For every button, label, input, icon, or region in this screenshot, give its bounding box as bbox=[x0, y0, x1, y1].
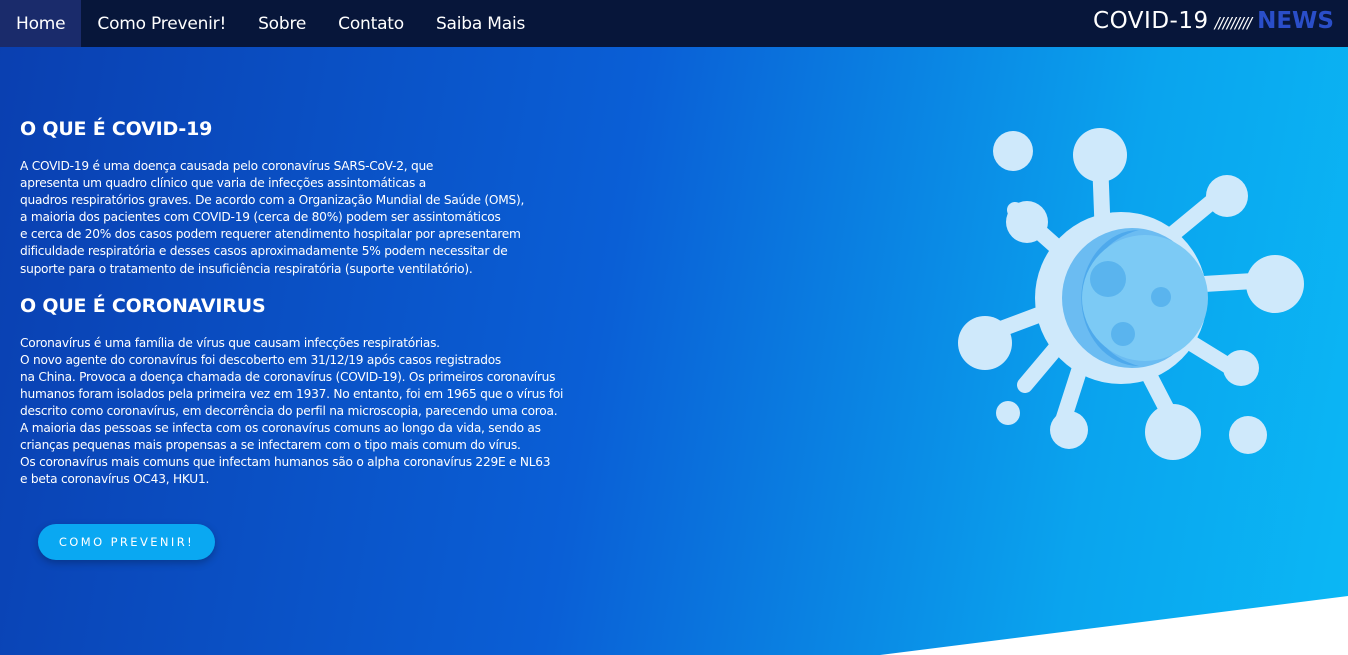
top-navbar: Home Como Prevenir! Sobre Contato Saiba … bbox=[0, 0, 1348, 47]
coronavirus-title: O QUE É CORONAVIRUS bbox=[20, 294, 266, 317]
covid-title: O QUE É COVID-19 bbox=[20, 118, 213, 140]
como-prevenir-button[interactable]: COMO PREVENIR! bbox=[38, 524, 215, 560]
virus-illustration bbox=[958, 128, 1304, 460]
brand-main-text: COVID-19 bbox=[1093, 8, 1209, 34]
covid-description: A COVID-19 é uma doença causada pelo cor… bbox=[20, 159, 525, 276]
nav-home[interactable]: Home bbox=[0, 0, 82, 47]
coronavirus-description: Coronavírus é uma família de vírus que c… bbox=[20, 335, 564, 487]
brand-news-text: NEWS bbox=[1257, 8, 1334, 34]
nav-como-prevenir[interactable]: Como Prevenir! bbox=[81, 0, 242, 47]
brand-slashes: ///////// bbox=[1214, 14, 1252, 32]
main-content: O QUE É COVID-19 A COVID-19 é uma doença… bbox=[20, 118, 600, 489]
brand-logo[interactable]: COVID-19 ///////// NEWS bbox=[1093, 8, 1334, 34]
nav-saiba-mais[interactable]: Saiba Mais bbox=[420, 0, 541, 47]
nav-contato[interactable]: Contato bbox=[322, 0, 420, 47]
nav-sobre[interactable]: Sobre bbox=[242, 0, 322, 47]
